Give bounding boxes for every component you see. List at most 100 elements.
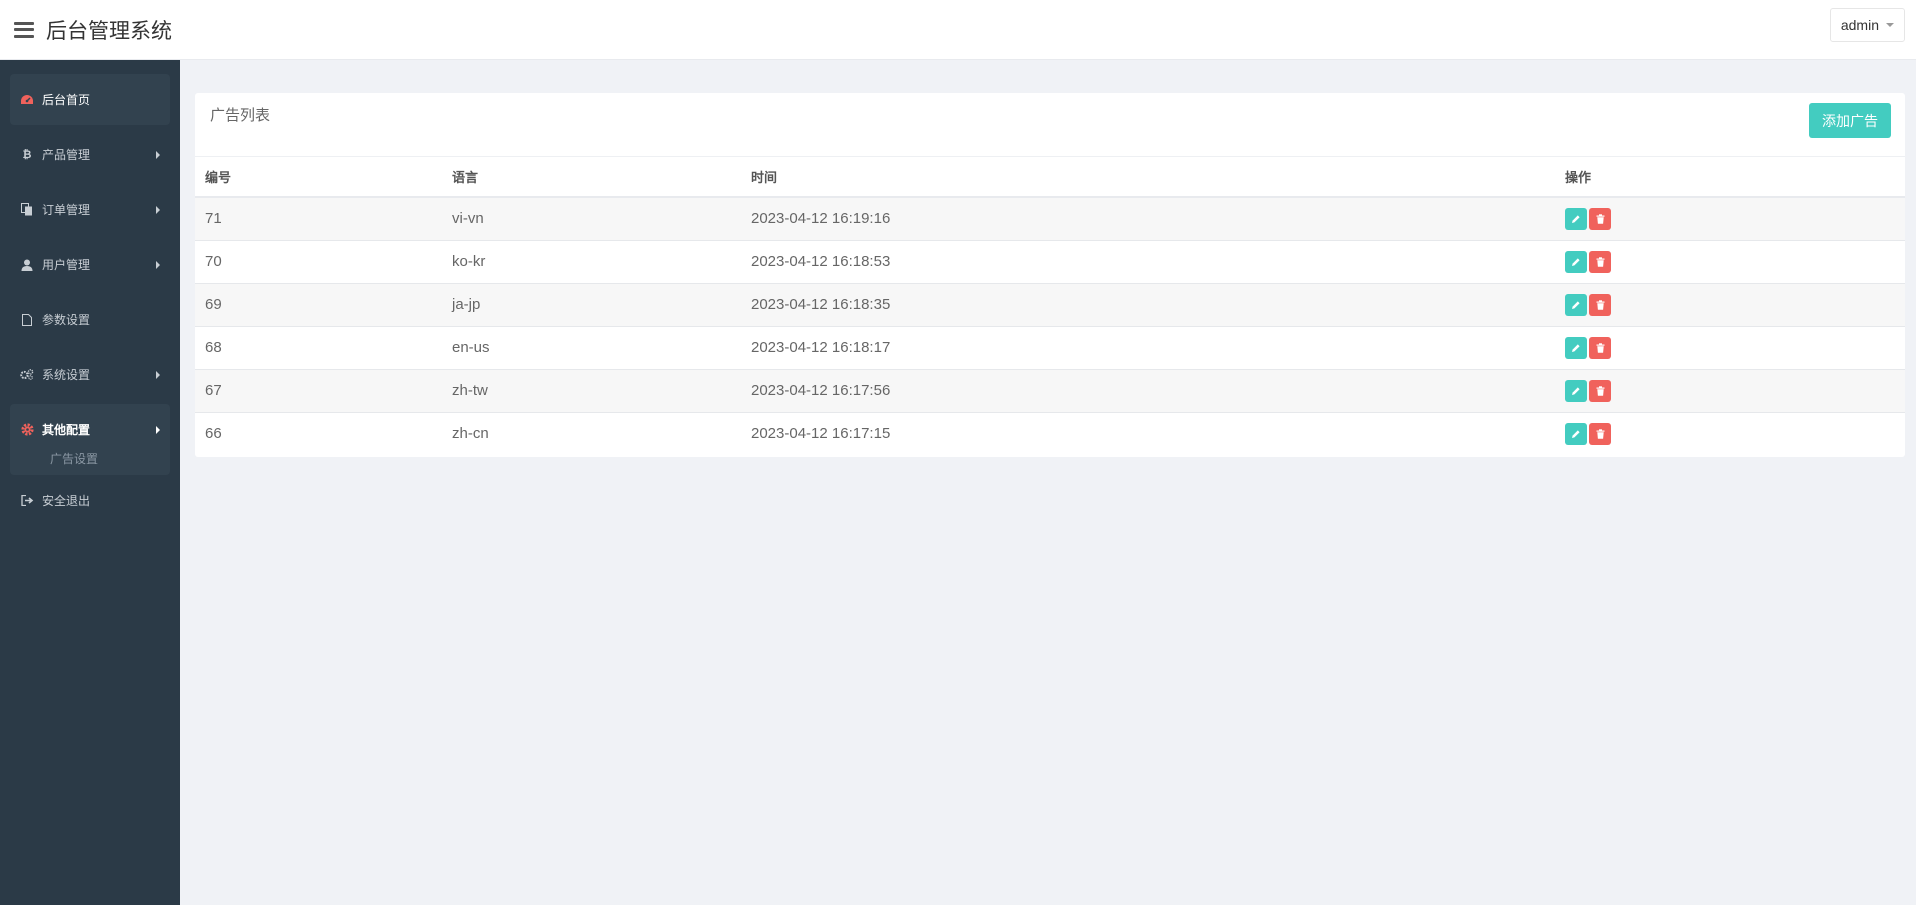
table-row: 67 zh-tw 2023-04-12 16:17:56 [195,369,1905,413]
top-header: 后台管理系统 admin [0,0,1916,60]
cell-id: 70 [195,240,442,284]
edit-button[interactable] [1565,422,1587,445]
sidebar-item-system[interactable]: 系统设置 [10,349,170,400]
trash-icon [1596,256,1605,267]
cell-time: 2023-04-12 16:17:15 [751,425,891,443]
chevron-right-icon [156,151,160,159]
app-title: 后台管理系统 [46,18,172,43]
bitcoin-icon: ₿ [22,148,32,161]
delete-button[interactable] [1589,250,1611,273]
cell-actions [1555,240,1905,284]
column-header-language: 语言 [442,157,741,198]
cell-language: zh-cn [452,425,489,443]
table-row: 70 ko-kr 2023-04-12 16:18:53 [195,240,1905,284]
table-row: 71 vi-vn 2023-04-12 16:19:16 [195,197,1905,241]
cell-time: 2023-04-12 16:18:35 [741,283,1555,327]
sidebar-item-users[interactable]: 用户管理 [10,239,170,290]
pencil-icon [1571,214,1581,224]
user-icon [20,258,34,272]
sidebar-item-label: 订单管理 [42,203,91,217]
cell-id: 66 [205,425,222,443]
gears-icon [20,368,34,382]
add-ad-button[interactable]: 添加广告 [1809,103,1891,138]
sidebar-item-label: 参数设置 [42,313,91,327]
pencil-icon [1571,257,1581,267]
trash-icon [1596,385,1605,396]
column-header-time: 时间 [741,157,1555,198]
edit-button[interactable] [1565,336,1587,359]
table-body: 71 vi-vn 2023-04-12 16:19:16 70 ko-kr 2023-04… [195,197,1905,455]
sidebar-item-label: 用户管理 [42,258,91,272]
trash-icon [1596,299,1605,310]
chevron-right-icon [156,426,160,434]
copy-icon [20,203,34,217]
table-header-row: 编号 语言 时间 操作 [195,157,1905,198]
cell-language: ko-kr [442,240,741,284]
cell-language: en-us [442,326,741,370]
cell-id: 71 [195,197,442,241]
delete-button[interactable] [1589,336,1611,359]
menu-toggle-icon[interactable] [14,21,34,38]
column-header-id: 编号 [195,157,442,198]
user-name: admin [1840,17,1879,33]
delete-button[interactable] [1589,207,1611,230]
sidebar-menu: 后台首页 ₿ 产品管理 订单管理 用户管理 参数设置 系统设置 其他配置 广告设… [0,60,180,521]
sign-out-icon [20,493,34,507]
cell-language: ja-jp [442,283,741,327]
column-header-actions: 操作 [1555,157,1905,198]
table-row: 68 en-us 2023-04-12 16:18:17 [195,326,1905,370]
pencil-icon [1571,386,1581,396]
edit-button[interactable] [1565,379,1587,402]
user-dropdown[interactable]: admin [1829,8,1905,42]
panel-title: 广告列表 [210,106,271,124]
trash-icon [1596,342,1605,353]
cell-id: 68 [195,326,442,370]
pencil-icon [1571,429,1581,439]
pencil-icon [1571,343,1581,353]
sidebar-item-home[interactable]: 后台首页 [10,74,170,125]
delete-button[interactable] [1589,422,1611,445]
cell-actions [1555,369,1905,413]
edit-button[interactable] [1565,293,1587,316]
sidebar: 后台首页 ₿ 产品管理 订单管理 用户管理 参数设置 系统设置 其他配置 广告设… [0,60,180,905]
cell-actions [1555,326,1905,370]
cell-id: 69 [195,283,442,327]
sidebar-item-label: 产品管理 [42,148,91,162]
sidebar-item-label: 系统设置 [42,368,91,382]
cell-language: zh-tw [442,369,741,413]
cell-actions [1555,412,1905,455]
edit-button[interactable] [1565,250,1587,273]
cell-id: 67 [195,369,442,413]
sidebar-group-other: 其他配置 广告设置 [10,404,170,475]
chevron-right-icon [156,371,160,379]
trash-icon [1596,214,1605,224]
delete-button[interactable] [1589,379,1611,402]
sidebar-item-params[interactable]: 参数设置 [10,294,170,345]
sidebar-item-orders[interactable]: 订单管理 [10,184,170,235]
sidebar-item-logout[interactable]: 安全退出 [10,479,170,521]
cell-time: 2023-04-12 16:18:17 [741,326,1555,370]
sidebar-item-label: 安全退出 [42,493,91,508]
cell-time: 2023-04-12 16:19:16 [741,197,1555,241]
sidebar-item-other-config[interactable]: 其他配置 [10,404,170,455]
caret-down-icon [1886,23,1894,27]
pencil-icon [1571,300,1581,310]
cell-time: 2023-04-12 16:17:56 [741,369,1555,413]
sidebar-item-label: 后台首页 [42,93,91,107]
delete-button[interactable] [1589,293,1611,316]
gear-icon [20,423,34,437]
cell-language: vi-vn [442,197,741,241]
cell-time: 2023-04-12 16:18:53 [741,240,1555,284]
cell-actions [1555,197,1905,241]
chevron-right-icon [156,261,160,269]
sidebar-item-products[interactable]: ₿ 产品管理 [10,129,170,180]
trash-icon [1596,429,1605,439]
ad-list-panel: 广告列表 添加广告 编号 语言 时间 操作 71 vi-vn 2023-04-12 … [195,93,1905,457]
table-row: 69 ja-jp 2023-04-12 16:18:35 [195,283,1905,327]
panel-header: 广告列表 添加广告 [195,93,1905,157]
edit-button[interactable] [1565,207,1587,230]
table-row: 66 zh-cn 2023-04-12 16:17:15 [195,412,1905,455]
dashboard-icon [20,93,34,107]
chevron-right-icon [156,206,160,214]
ad-table: 编号 语言 时间 操作 71 vi-vn 2023-04-12 16:19:16 70… [195,157,1905,455]
